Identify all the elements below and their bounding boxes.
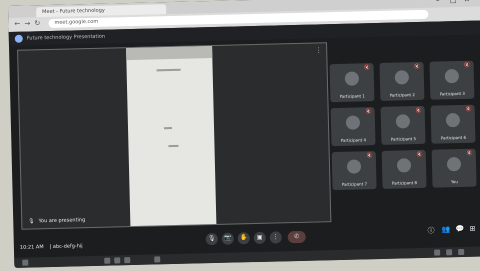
- avatar: [345, 115, 361, 130]
- presenter-label: 🎙 You are presenting: [28, 217, 86, 225]
- avatar: [445, 112, 461, 128]
- more-options-button[interactable]: ⋮: [269, 231, 282, 244]
- avatar: [444, 69, 460, 84]
- participant-name: Participant 6: [440, 134, 467, 141]
- camera-button[interactable]: 📷: [221, 232, 234, 245]
- participant-name: Participant 3: [439, 90, 465, 97]
- mic-off-icon: 🔇: [414, 63, 421, 71]
- avatar: [446, 156, 462, 172]
- mic-off-icon: 🔇: [466, 150, 473, 157]
- participant-tile[interactable]: 🔇 You: [431, 148, 477, 188]
- forward-icon[interactable]: →: [24, 19, 30, 27]
- mic-off-icon: 🔇: [416, 151, 423, 159]
- tray-icon[interactable]: [458, 248, 465, 256]
- participant-tile[interactable]: 🔇 Participant 6: [430, 104, 476, 144]
- tray-icon[interactable]: [434, 249, 441, 256]
- document-text-line: [168, 144, 179, 148]
- taskbar-app-icon[interactable]: [124, 257, 131, 264]
- participant-name: You: [450, 179, 458, 185]
- participant-tile[interactable]: 🔇 Participant 1: [329, 63, 375, 103]
- mic-off-icon: 🔇: [465, 106, 472, 113]
- document-text-line: [156, 68, 181, 72]
- info-icon[interactable]: ⓘ: [427, 226, 435, 236]
- meeting-time: 10:21 AM: [19, 244, 44, 251]
- reload-icon[interactable]: ↻: [34, 19, 40, 27]
- presentation-view[interactable]: ⋮ 🎙 You are presenting: [17, 42, 332, 230]
- meeting-info: 10:21 AM | abc-defg-hij: [20, 243, 89, 251]
- participant-tile[interactable]: 🔇 Participant 7: [331, 151, 377, 191]
- mic-off-icon: 🔇: [364, 65, 371, 72]
- participant-name: Participant 5: [390, 136, 417, 142]
- meeting-code: | abc-defg-hij: [49, 243, 83, 251]
- meet-logo-icon: [14, 34, 23, 43]
- mic-button[interactable]: 🎙: [205, 232, 218, 246]
- document-toolbar: [126, 46, 213, 61]
- mic-off-icon: 🔇: [365, 109, 372, 116]
- mic-off-icon: 🔇: [464, 62, 471, 69]
- monitor: Meet - Future technology – □ ✕ ← → ↻ mee…: [8, 0, 480, 268]
- minimize-icon[interactable]: –: [436, 0, 440, 5]
- participant-name: Participant 7: [341, 181, 368, 187]
- participant-tile[interactable]: 🔇 Participant 4: [330, 107, 376, 147]
- mic-icon: 🎙: [28, 218, 35, 225]
- participant-tile[interactable]: 🔇 Participant 8: [381, 149, 427, 189]
- participant-name: Participant 8: [391, 180, 418, 186]
- avatar: [395, 114, 411, 129]
- leave-call-button[interactable]: ✆: [287, 230, 306, 244]
- present-button[interactable]: ▣: [253, 231, 266, 245]
- back-icon[interactable]: ←: [14, 20, 20, 28]
- participant-tile[interactable]: 🔇 Participant 5: [380, 105, 426, 145]
- participant-name: Participant 4: [340, 137, 367, 143]
- participant-grid: 🔇 Participant 1 🔇 Participant 2 🔇 Partic…: [329, 60, 477, 191]
- avatar: [346, 159, 362, 174]
- taskbar-app-icon[interactable]: [154, 256, 161, 263]
- participant-tile[interactable]: 🔇 Participant 2: [379, 61, 425, 101]
- taskbar-app-icon[interactable]: [114, 257, 121, 264]
- document-text-line: [164, 127, 173, 130]
- close-icon[interactable]: ✕: [464, 0, 470, 4]
- mic-off-icon: 🔇: [366, 153, 373, 160]
- shared-document: [126, 46, 217, 227]
- participant-name: Participant 1: [339, 93, 365, 99]
- start-icon[interactable]: [22, 259, 29, 266]
- avatar: [344, 71, 360, 86]
- participant-tile[interactable]: 🔇 Participant 3: [429, 60, 475, 100]
- maximize-icon[interactable]: □: [450, 0, 457, 4]
- mic-off-icon: 🔇: [415, 107, 422, 115]
- raise-hand-button[interactable]: ✋: [237, 232, 250, 245]
- participant-name: Participant 2: [389, 92, 415, 98]
- chat-icon[interactable]: 💬: [455, 225, 464, 233]
- taskbar: [14, 246, 480, 268]
- taskbar-app-icon[interactable]: [104, 257, 111, 264]
- avatar: [394, 70, 410, 85]
- people-icon[interactable]: 👥: [441, 225, 450, 233]
- tray-icon[interactable]: [446, 249, 453, 256]
- meeting-title: Future technology Presentation: [26, 33, 106, 42]
- avatar: [396, 158, 412, 173]
- activities-icon[interactable]: ⊞: [469, 225, 475, 233]
- more-options-icon[interactable]: ⋮: [315, 46, 322, 54]
